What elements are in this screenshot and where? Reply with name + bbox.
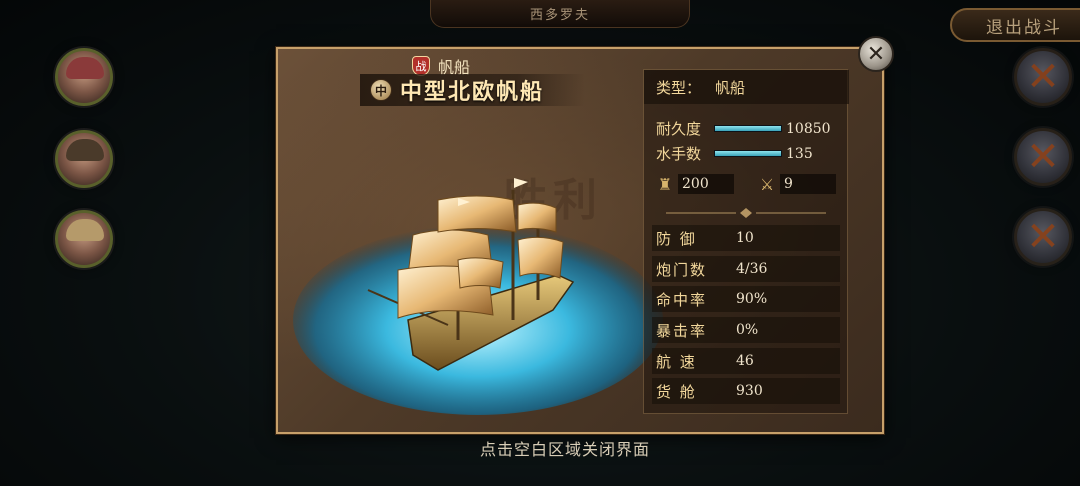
ally-avatar-2[interactable] xyxy=(55,130,113,188)
durability-row: 耐久度 10850 xyxy=(656,118,831,139)
size-badge-icon: 中 xyxy=(370,79,392,101)
attr-label: 命中率 xyxy=(656,290,708,309)
attr-label: 防 御 xyxy=(656,229,697,248)
attr-row-speed: 航 速 46 xyxy=(652,348,840,374)
supply-sack-icon: ♜ xyxy=(657,174,673,194)
ship-name: 中型北欧帆船 xyxy=(400,79,545,105)
combat-item: ⚔ 9 xyxy=(756,174,836,194)
attr-value: 0% xyxy=(736,322,759,338)
attr-value: 4/36 xyxy=(736,261,768,277)
crossed-swords-icon: ⚔ xyxy=(759,174,775,194)
attr-label: 暴击率 xyxy=(656,321,708,340)
durability-value: 10850 xyxy=(786,120,831,137)
ship-stats-panel: 类型： 帆船 耐久度 10850 水手数 135 ♜ 200 ⚔ 9 防 御 1… xyxy=(643,69,849,414)
ship-name-row: 中 中型北欧帆船 xyxy=(360,74,585,106)
attr-value: 10 xyxy=(736,230,754,246)
defeated-x-icon: ✕ xyxy=(1026,214,1060,260)
close-button[interactable]: ✕ xyxy=(858,36,894,72)
enemy-avatar-3[interactable]: ✕ xyxy=(1014,208,1072,266)
durability-bar xyxy=(714,125,782,132)
attr-label: 炮门数 xyxy=(656,260,708,279)
ship-type-row: 类型： 帆船 xyxy=(644,70,849,104)
close-hint-text: 点击空白区域关闭界面 xyxy=(479,440,650,459)
attr-value: 90% xyxy=(736,291,768,307)
x-icon: ✕ xyxy=(866,41,886,67)
enemy-avatar-2[interactable]: ✕ xyxy=(1014,128,1072,186)
sailors-bar-fill xyxy=(715,151,781,156)
attr-value: 930 xyxy=(736,383,763,399)
defeated-x-icon: ✕ xyxy=(1026,54,1060,100)
ally-avatar-1[interactable] xyxy=(55,48,113,106)
supplies-value: 200 xyxy=(678,174,734,194)
enemy-avatar-1[interactable]: ✕ xyxy=(1014,48,1072,106)
attr-row-cargo: 货 舱 930 xyxy=(652,378,840,404)
battle-badge-icon: 战 xyxy=(412,56,430,76)
combat-value: 9 xyxy=(780,174,836,194)
exit-battle-button[interactable]: 退出战斗 xyxy=(950,8,1080,42)
attr-row-cannon-ports: 炮门数 4/36 xyxy=(652,256,840,282)
attr-label: 航 速 xyxy=(656,352,697,371)
sailors-value: 135 xyxy=(786,145,813,162)
sailors-label: 水手数 xyxy=(656,145,702,163)
ornament-divider xyxy=(666,208,826,218)
opponent-name-banner: 西多罗夫 xyxy=(430,0,690,28)
ship-type-label: 类型： xyxy=(656,78,702,97)
attr-value: 46 xyxy=(736,353,754,369)
attr-row-defense: 防 御 10 xyxy=(652,225,840,251)
resource-row: ♜ 200 ⚔ 9 xyxy=(654,174,836,194)
ship-type-value: 帆船 xyxy=(715,78,746,97)
durability-label: 耐久度 xyxy=(656,120,702,138)
durability-bar-fill xyxy=(715,126,781,131)
sailors-row: 水手数 135 xyxy=(656,143,813,164)
supplies-item: ♜ 200 xyxy=(654,174,734,194)
defeated-x-icon: ✕ xyxy=(1026,134,1060,180)
ally-avatar-3[interactable] xyxy=(55,210,113,268)
attr-row-hit-rate: 命中率 90% xyxy=(652,286,840,312)
attr-label: 货 舱 xyxy=(656,382,697,401)
sailors-bar xyxy=(714,150,782,157)
attr-row-crit-rate: 暴击率 0% xyxy=(652,317,840,343)
ship-illustration xyxy=(293,178,663,415)
